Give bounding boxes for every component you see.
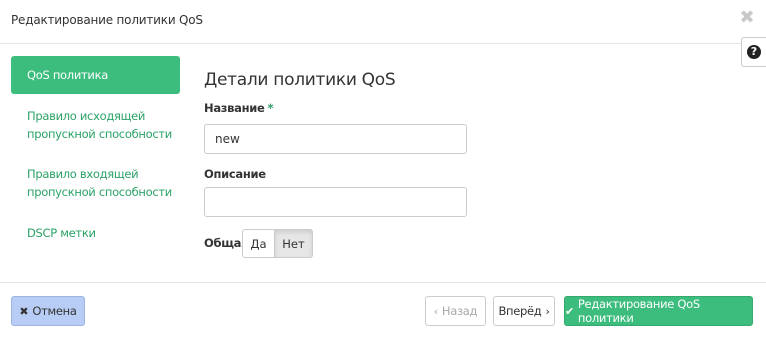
modal-title: Редактирование политики QoS (11, 13, 203, 27)
sidebar-item-egress-bandwidth-rule[interactable]: Правило исходящей пропускной способности (11, 107, 180, 143)
times-icon: ✖ (19, 304, 29, 318)
question-circle-icon: ? (747, 45, 761, 59)
required-mark: * (267, 101, 274, 115)
submit-button[interactable]: ✔ Редактирование QoS политики (564, 296, 753, 326)
check-icon: ✔ (565, 304, 574, 318)
next-button[interactable]: Вперёд › (493, 296, 555, 326)
sidebar-item-label-line2: пропускной способности (27, 127, 172, 141)
sidebar-item-label-line2: пропускной способности (27, 185, 172, 199)
sidebar-item-label-line1: Правило исходящей (27, 109, 146, 123)
back-button[interactable]: ‹ Назад (425, 296, 486, 326)
shared-no-option[interactable]: Нет (274, 229, 313, 258)
sidebar-item-qos-policy[interactable]: QoS политика (11, 56, 180, 94)
sidebar-item-dscp-marking[interactable]: DSCP метки (11, 224, 180, 242)
sidebar-item-label: QoS политика (27, 68, 108, 82)
shared-yes-option[interactable]: Да (242, 229, 275, 258)
section-title: Детали политики QoS (204, 70, 396, 90)
modal-header: Редактирование политики QoS ✖ (0, 0, 766, 44)
sidebar-item-label-line1: Правило входящей (27, 167, 139, 181)
sidebar-item-ingress-bandwidth-rule[interactable]: Правило входящей пропускной способности (11, 165, 180, 201)
edit-qos-policy-modal: Редактирование политики QoS ✖ ? QoS поли… (0, 0, 766, 338)
cancel-button[interactable]: ✖ Отмена (11, 296, 85, 326)
chevron-right-icon: › (545, 304, 550, 318)
cancel-label: Отмена (32, 304, 77, 318)
name-input[interactable] (204, 124, 467, 154)
submit-label: Редактирование QoS политики (577, 297, 700, 325)
name-label: Название * (204, 101, 274, 115)
description-input[interactable] (204, 187, 467, 217)
chevron-left-icon: ‹ (433, 304, 438, 318)
next-label: Вперёд (498, 304, 542, 318)
close-icon[interactable]: ✖ (738, 9, 756, 27)
name-label-text: Название (204, 101, 265, 115)
footer-divider (0, 282, 766, 283)
description-label: Описание (204, 167, 266, 181)
help-button[interactable]: ? (741, 37, 766, 67)
back-label: Назад (441, 304, 478, 318)
sidebar-item-label: DSCP метки (27, 226, 96, 240)
